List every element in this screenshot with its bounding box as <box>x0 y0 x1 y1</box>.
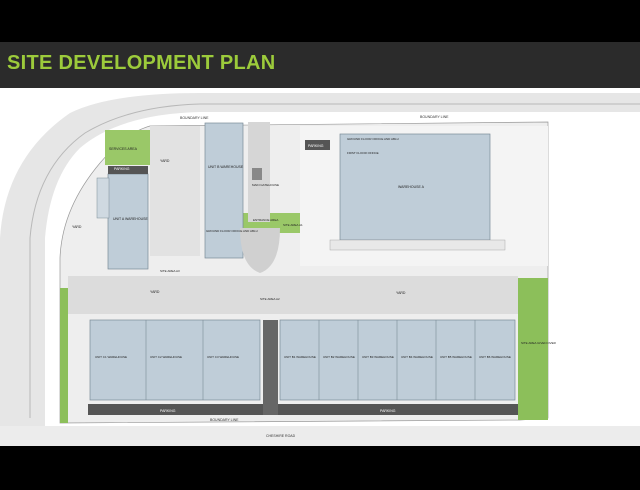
site-plan: BOUNDARY LINE BOUNDARY LINE BOUNDARY LIN… <box>0 88 640 446</box>
central-path <box>263 320 278 415</box>
label-warehouse-a-office: GROUND FLOOR OFFICE AND ABLU <box>347 137 399 141</box>
label-yard-1: YARD <box>160 159 170 163</box>
unit-a-office <box>96 177 110 219</box>
label-parking-2: PARKING <box>308 144 324 148</box>
yard-road <box>68 276 518 314</box>
label-site-a3: SITE AREA A3 <box>160 269 180 273</box>
label-yard-2: YARD <box>72 225 82 229</box>
grass-strip-left <box>60 288 68 423</box>
site-plan-drawing: BOUNDARY LINE BOUNDARY LINE BOUNDARY LIN… <box>0 93 640 446</box>
unit-label: UNIT B5 WAREHOUSE <box>440 355 472 359</box>
label-yard-3: YARD <box>150 290 160 294</box>
units-c-block <box>89 319 261 401</box>
label-boundary-bottom: BOUNDARY LINE <box>210 418 239 422</box>
unit-label: UNIT B1 WAREHOUSE <box>284 355 316 359</box>
unit-label: UNIT B2 WAREHOUSE <box>323 355 355 359</box>
label-boundary-top: BOUNDARY LINE <box>420 115 449 119</box>
cheshire-road <box>0 426 640 446</box>
unit-label: UNIT B3 WAREHOUSE <box>362 355 394 359</box>
label-services: SERVICES AREA <box>109 147 138 151</box>
main-gatehouse <box>252 168 262 180</box>
unit-b-yard <box>150 126 200 256</box>
page: SITE DEVELOPMENT PLAN BOUNDARY LINE BOUN… <box>0 0 640 490</box>
label-unit-a: UNIT A WAREHOUSE <box>113 217 148 221</box>
label-entrance: ENTRANCE AREA <box>253 218 278 222</box>
unit-b-warehouse <box>204 122 244 259</box>
unit-a-warehouse <box>107 173 149 270</box>
label-site-a1: SITE AREA A1 <box>283 223 303 227</box>
parking-strip-b <box>278 404 518 415</box>
label-road: CHESHIRE ROAD <box>266 434 296 438</box>
parking-strip-c <box>88 404 263 415</box>
unit-label: UNIT C2 WAREHOUSE <box>150 355 182 359</box>
label-yard-4: YARD <box>396 291 406 295</box>
label-boundary-top2: BOUNDARY LINE <box>180 116 209 120</box>
unit-label: UNIT C1 WAREHOUSE <box>95 355 127 359</box>
unit-label: UNIT C3 WAREHOUSE <box>207 355 239 359</box>
label-unit-b-office: GROUND FLOOR OFFICE AND ABLU <box>206 229 258 233</box>
label-warehouse-a-first: FIRST FLOOR OFFICE <box>347 151 379 155</box>
label-parking-1: PARKING <box>114 167 130 171</box>
page-title: SITE DEVELOPMENT PLAN <box>7 52 276 74</box>
warehouse-a-docks <box>329 239 506 251</box>
unit-label: UNIT B6 WAREHOUSE <box>479 355 511 359</box>
label-site-given: SITE AREA GIVEN OVER <box>521 341 557 345</box>
unit-label: UNIT B4 WAREHOUSE <box>401 355 433 359</box>
label-warehouse-a: WAREHOUSE A <box>398 185 425 189</box>
site-area-given-over <box>518 278 548 420</box>
label-site-a2: SITE AREA A2 <box>260 297 280 301</box>
label-unit-b: UNIT B WAREHOUSE <box>208 165 244 169</box>
unit-labels: UNIT C1 WAREHOUSE UNIT C2 WAREHOUSE UNIT C… <box>95 355 511 359</box>
units-b-block <box>279 319 516 401</box>
label-gatehouse: MAIN GATEHOUSE <box>252 183 279 187</box>
label-parking-4: PARKING <box>380 409 396 413</box>
label-parking-3: PARKING <box>160 409 176 413</box>
title-bar: SITE DEVELOPMENT PLAN <box>0 42 640 88</box>
